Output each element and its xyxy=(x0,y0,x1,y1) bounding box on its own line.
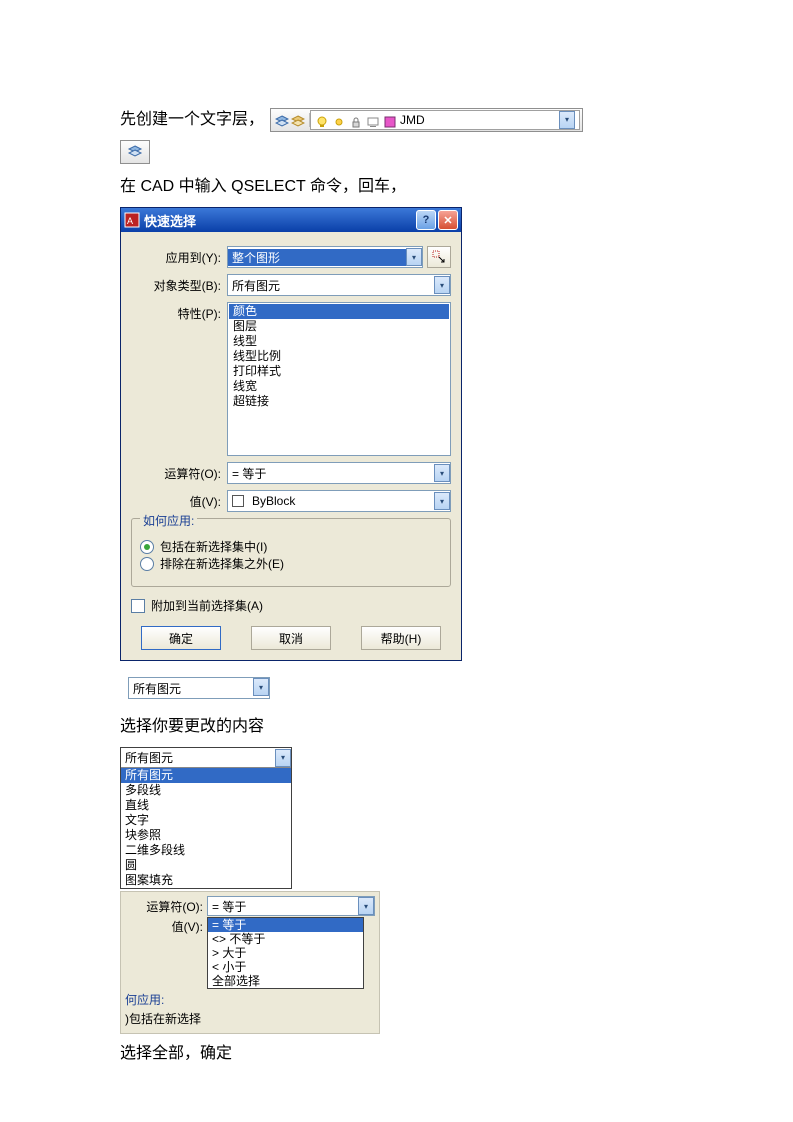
checkbox-icon[interactable] xyxy=(131,599,145,613)
apply-to-combo[interactable]: 整个图形 ▾ xyxy=(227,246,423,268)
operator-label2: 运算符(O): xyxy=(125,898,207,915)
ok-button[interactable]: 确定 xyxy=(141,626,221,650)
paragraph-select-all: 选择全部，确定 xyxy=(120,1042,673,1066)
list-item[interactable]: < 小于 xyxy=(208,960,363,974)
operator-label: 运算符(O): xyxy=(131,462,227,482)
color-swatch-icon xyxy=(232,495,244,507)
value-value: ByBlock xyxy=(248,494,434,508)
dropdown-arrow-icon[interactable]: ▾ xyxy=(358,897,374,915)
how-apply-legend: 如何应用: xyxy=(140,512,197,529)
list-item[interactable]: 超链接 xyxy=(229,394,449,409)
dialog-title: 快速选择 xyxy=(144,211,414,230)
dropdown-arrow-icon[interactable]: ▾ xyxy=(253,678,269,696)
operator-open-dropdown[interactable]: = 等于 <> 不等于 > 大于 < 小于 全部选择 xyxy=(207,917,364,989)
list-item[interactable]: = 等于 xyxy=(208,918,363,932)
radio-include-label: 包括在新选择集中(I) xyxy=(160,538,267,555)
list-item[interactable]: 打印样式 xyxy=(229,364,449,379)
radio-exclude-label: 排除在新选择集之外(E) xyxy=(160,555,284,572)
list-item[interactable]: 圆 xyxy=(121,858,291,873)
dialog-body: 应用到(Y): 整个图形 ▾ 对象类型(B): 所有图元 ▾ xyxy=(121,232,461,660)
pick-objects-button[interactable] xyxy=(427,246,451,268)
color-swatch-icon xyxy=(383,113,397,127)
app-icon: A xyxy=(124,212,140,228)
open-dd-list: 所有图元 多段线 直线 文字 块参照 二维多段线 圆 图案填充 xyxy=(121,768,291,888)
how-apply-link: 何应用: xyxy=(125,991,164,1008)
append-check-row[interactable]: 附加到当前选择集(A) xyxy=(131,597,451,614)
operator-combo2[interactable]: = 等于 ▾ xyxy=(207,896,375,916)
dropdown-arrow-icon[interactable]: ▾ xyxy=(434,492,450,510)
object-type-value: 所有图元 xyxy=(228,277,434,294)
dropdown-arrow-icon[interactable]: ▾ xyxy=(434,276,450,294)
operator-combo[interactable]: = 等于 ▾ xyxy=(227,462,451,484)
radio-exclude-row[interactable]: 排除在新选择集之外(E) xyxy=(140,555,442,572)
svg-text:A: A xyxy=(127,216,133,226)
layer-stack-icon[interactable] xyxy=(275,113,289,127)
list-item[interactable]: 线宽 xyxy=(229,379,449,394)
list-item[interactable]: 文字 xyxy=(121,813,291,828)
lock-icon xyxy=(349,113,363,127)
cancel-button[interactable]: 取消 xyxy=(251,626,331,650)
help-button[interactable]: 帮助(H) xyxy=(361,626,441,650)
mini-combo-wrapper: 所有图元 ▾ xyxy=(120,671,673,707)
dropdown-arrow-icon[interactable]: ▾ xyxy=(434,464,450,482)
value-label2: 值(V): xyxy=(125,918,207,935)
layer-combo[interactable]: JMD ▾ xyxy=(310,110,580,130)
paragraph-intro: 先创建一个文字层， JMD ▾ xyxy=(120,108,673,132)
operator-panel: 运算符(O): = 等于 ▾ 值(V): = 等于 <> 不等于 > 大于 < … xyxy=(120,891,380,1034)
property-label: 特性(P): xyxy=(131,302,227,322)
list-item[interactable]: 线型比例 xyxy=(229,349,449,364)
list-item[interactable]: 颜色 xyxy=(229,304,449,319)
apply-to-label: 应用到(Y): xyxy=(131,246,227,266)
dialog-titlebar: A 快速选择 ? ✕ xyxy=(121,208,461,232)
standalone-layer-button-row xyxy=(120,140,673,167)
mini-combo-value: 所有图元 xyxy=(129,678,253,698)
list-item[interactable]: > 大于 xyxy=(208,946,363,960)
append-check-label: 附加到当前选择集(A) xyxy=(151,597,263,614)
layer-name-text: JMD xyxy=(400,108,556,132)
radio-include-row[interactable]: 包括在新选择集中(I) xyxy=(140,538,442,555)
apply-to-value: 整个图形 xyxy=(228,249,406,266)
list-item[interactable]: <> 不等于 xyxy=(208,932,363,946)
list-item[interactable]: 二维多段线 xyxy=(121,843,291,858)
how-apply-group: 如何应用: 包括在新选择集中(I) 排除在新选择集之外(E) xyxy=(131,518,451,587)
list-item[interactable]: 线型 xyxy=(229,334,449,349)
object-type-combo[interactable]: 所有图元 ▾ xyxy=(227,274,451,296)
quick-select-dialog: A 快速选择 ? ✕ 应用到(Y): 整个图形 ▾ 对 xyxy=(120,207,462,661)
object-type-label: 对象类型(B): xyxy=(131,274,227,294)
bulb-icon xyxy=(315,113,329,127)
list-item[interactable]: 图层 xyxy=(229,319,449,334)
radio-icon[interactable] xyxy=(140,557,154,571)
list-item[interactable]: 全部选择 xyxy=(208,974,363,988)
layer-state-icon[interactable] xyxy=(291,113,305,127)
sun-icon xyxy=(332,113,346,127)
open-dd-head[interactable]: 所有图元 ▾ xyxy=(121,748,291,768)
include-partial-row: ) 包括在新选择 xyxy=(125,1010,375,1027)
dropdown-arrow-icon[interactable]: ▾ xyxy=(275,749,291,767)
titlebar-help-button[interactable]: ? xyxy=(416,210,436,230)
layer-toolbar-icons xyxy=(273,113,310,127)
list-item[interactable]: 多段线 xyxy=(121,783,291,798)
paragraph-select-content: 选择你要更改的内容 xyxy=(120,715,673,739)
list-item[interactable]: 直线 xyxy=(121,798,291,813)
list-item[interactable]: 图案填充 xyxy=(121,873,291,888)
object-type-open-dropdown[interactable]: 所有图元 ▾ 所有图元 多段线 直线 文字 块参照 二维多段线 圆 图案填充 xyxy=(120,747,292,889)
value-combo[interactable]: ByBlock ▾ xyxy=(227,490,451,512)
property-listbox[interactable]: 颜色 图层 线型 线型比例 打印样式 线宽 超链接 xyxy=(227,302,451,456)
mini-object-type-combo[interactable]: 所有图元 ▾ xyxy=(128,677,270,699)
titlebar-close-button[interactable]: ✕ xyxy=(438,210,458,230)
layer-toolbar: JMD ▾ xyxy=(270,108,583,132)
value-label: 值(V): xyxy=(131,490,227,510)
dropdown-arrow-icon[interactable]: ▾ xyxy=(559,111,575,129)
dropdown-arrow-icon[interactable]: ▾ xyxy=(406,248,422,266)
list-item[interactable]: 块参照 xyxy=(121,828,291,843)
paragraph-qselect: 在 CAD 中输入 QSELECT 命令，回车， xyxy=(120,175,673,199)
dialog-button-row: 确定 取消 帮助(H) xyxy=(131,626,451,650)
plot-icon xyxy=(366,113,380,127)
layer-manager-button[interactable] xyxy=(120,140,150,164)
list-item[interactable]: 所有图元 xyxy=(121,768,291,783)
operator-value: = 等于 xyxy=(228,465,434,482)
text-create-layer: 先创建一个文字层， xyxy=(120,108,264,132)
radio-icon[interactable] xyxy=(140,540,154,554)
